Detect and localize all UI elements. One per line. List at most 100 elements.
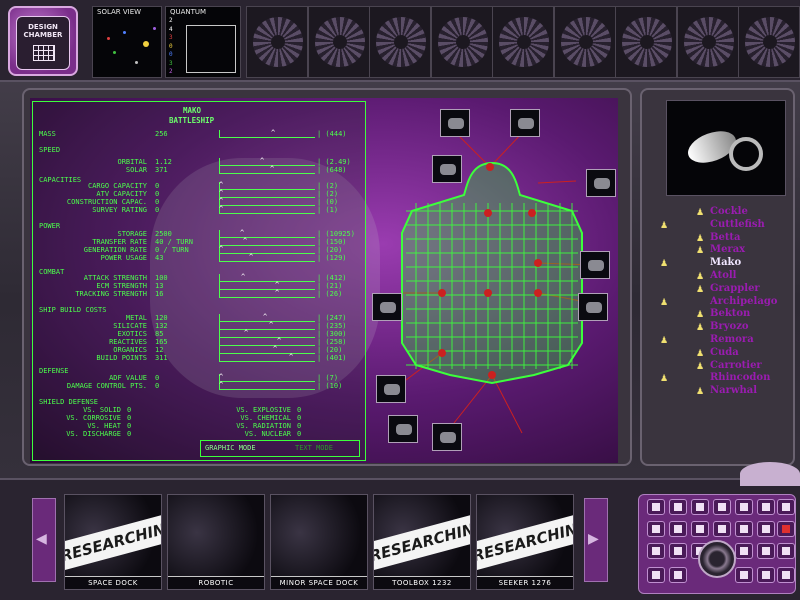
stat-label: BUILD POINTS	[96, 354, 147, 362]
empty-slot-emblem[interactable]	[246, 6, 308, 78]
ship-list-item[interactable]: ♟ Betta	[660, 232, 790, 245]
stat-bar	[219, 382, 315, 390]
quantum-number: 3	[169, 34, 173, 41]
empty-slot-emblem[interactable]	[307, 6, 370, 78]
tool-button[interactable]	[777, 499, 795, 515]
empty-slot-emblem[interactable]	[615, 6, 677, 78]
graphic-mode-button[interactable]: GRAPHIC MODE	[205, 444, 256, 452]
weapon-slot-icon[interactable]	[580, 251, 610, 279]
stat-label: REACTIVES	[109, 338, 147, 346]
tool-button[interactable]	[669, 543, 687, 559]
tool-button[interactable]	[647, 499, 665, 515]
tool-button[interactable]	[647, 543, 665, 559]
tool-button[interactable]	[757, 543, 775, 559]
queue-scroll-right-button[interactable]: ▶	[584, 498, 608, 582]
empty-slot-emblem[interactable]	[553, 6, 616, 78]
tool-button[interactable]	[691, 521, 709, 537]
tool-icon	[740, 503, 748, 511]
ship-list-item[interactable]: ♟ Bekton	[660, 308, 790, 321]
weapon-slot-icon[interactable]	[510, 109, 540, 137]
slot-label: TOOLBOX 1232	[374, 576, 470, 589]
research-queue-slot[interactable]: MINOR SPACE DOCK	[270, 494, 368, 590]
ship-list-item[interactable]: ♟ Cuda	[660, 347, 790, 360]
crew-icon: ♟	[696, 246, 705, 257]
stat-label: TRANSFER RATE	[92, 238, 147, 246]
stat-label: ATTACK STRENGTH	[83, 274, 147, 282]
text-mode-button[interactable]: TEXT MODE	[295, 444, 333, 452]
stat-label: SILICATE	[113, 322, 147, 330]
ship-list-item[interactable]: ♟ Atoll	[660, 270, 790, 283]
empty-slot-emblem[interactable]	[738, 6, 800, 78]
ship-list-item[interactable]: ♟ Remora	[660, 334, 790, 347]
stat-max: | (20)	[317, 246, 343, 254]
ship-list-label: Grappler	[710, 282, 760, 294]
stat-marker: ^	[263, 313, 268, 321]
stat-bar	[219, 354, 315, 362]
empty-slot-emblem[interactable]	[676, 6, 739, 78]
ship-list-label: Rhincodon	[710, 372, 771, 384]
tool-button[interactable]	[735, 543, 753, 559]
tool-button[interactable]	[669, 567, 687, 583]
weapon-slot-icon[interactable]	[586, 169, 616, 197]
tool-button[interactable]	[777, 567, 795, 583]
tool-button[interactable]	[669, 521, 687, 537]
research-queue-slot[interactable]: RESEARCHING SEEKER 1276	[476, 494, 574, 590]
quantum-panel[interactable]: QUANTUM 2 4 3 0 0 3 2	[165, 6, 241, 78]
empty-slot-emblem[interactable]	[430, 6, 493, 78]
ship-list-item[interactable]: ♟ Cockle	[660, 206, 790, 219]
ship-list-item[interactable]: ♟ Narwhal	[660, 385, 790, 398]
tool-button[interactable]	[757, 567, 775, 583]
tool-button[interactable]	[777, 521, 795, 537]
tool-button[interactable]	[735, 567, 753, 583]
tool-button[interactable]	[647, 521, 665, 537]
ship-list-item[interactable]: ♟ Mako	[660, 257, 790, 270]
stat-marker: ^	[275, 289, 280, 297]
quantum-number: 0	[169, 42, 173, 50]
weapon-slot-icon[interactable]	[432, 155, 462, 183]
stat-label: EXOTICS	[117, 330, 147, 338]
shield-value: 0	[127, 414, 132, 422]
ship-list-item[interactable]: ♟ Archipelago	[660, 296, 790, 309]
stat-marker: ^	[273, 345, 278, 353]
shield-label: VS. CORROSIVE	[66, 414, 121, 422]
tool-button[interactable]	[713, 521, 731, 537]
tool-button[interactable]	[735, 521, 753, 537]
stat-marker: ^	[219, 373, 224, 381]
ship-list-item[interactable]: ♟ Grappler	[660, 283, 790, 296]
ship-list-item[interactable]: ♟ Rhincodon	[660, 372, 790, 385]
tool-button[interactable]	[647, 567, 665, 583]
ship-wireframe	[401, 130, 593, 434]
research-queue-slot[interactable]: ROBOTIC CONSTRUCTION	[167, 494, 265, 590]
weapon-slot-icon[interactable]	[372, 293, 402, 321]
empty-slot-emblem[interactable]	[369, 6, 431, 78]
stat-marker: ^	[271, 129, 276, 137]
stat-max: | (2)	[317, 190, 339, 198]
tool-button[interactable]	[757, 499, 775, 515]
research-queue-slot[interactable]: RESEARCHING SPACE DOCK	[64, 494, 162, 590]
research-queue-slot[interactable]: RESEARCHING TOOLBOX 1232	[373, 494, 471, 590]
solar-view-minimap[interactable]: SOLAR VIEW	[92, 6, 162, 78]
stat-value: 100	[155, 274, 168, 282]
ship-wireframe-area[interactable]	[372, 103, 616, 458]
tool-button[interactable]	[713, 499, 731, 515]
tool-button[interactable]	[777, 543, 795, 559]
design-chamber-button[interactable]: DESIGN CHAMBER	[8, 6, 78, 76]
tool-button[interactable]	[757, 521, 775, 537]
ship-list-item[interactable]: ♟ Merax	[660, 244, 790, 257]
stat-bar	[219, 246, 315, 254]
empty-slot-emblem[interactable]	[492, 6, 554, 78]
design-chamber-label: DESIGN CHAMBER	[23, 23, 63, 39]
weapon-slot-icon[interactable]	[440, 109, 470, 137]
ship-list-item[interactable]: ♟ Bryozo	[660, 321, 790, 334]
weapon-slot-icon[interactable]	[376, 375, 406, 403]
ship-list-item[interactable]: ♟ Carrotier	[660, 360, 790, 373]
tool-button[interactable]	[669, 499, 687, 515]
weapon-slot-icon[interactable]	[388, 415, 418, 443]
tool-button[interactable]	[691, 499, 709, 515]
dial-control[interactable]	[698, 540, 736, 578]
weapon-slot-icon[interactable]	[578, 293, 608, 321]
weapon-slot-icon[interactable]	[432, 423, 462, 451]
ship-list-item[interactable]: ♟ Cuttlefish	[660, 219, 790, 232]
queue-scroll-left-button[interactable]: ◀	[32, 498, 56, 582]
tool-button[interactable]	[735, 499, 753, 515]
